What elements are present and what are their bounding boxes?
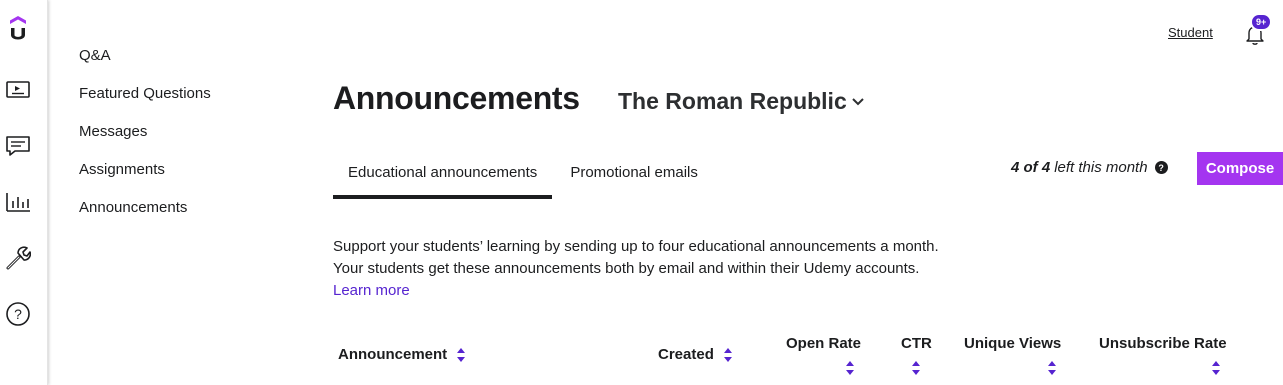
announcement-tabs: Educational announcements Promotional em… — [333, 158, 713, 200]
column-label: Open Rate — [786, 335, 862, 352]
quota-count: 4 of 4 — [1011, 159, 1051, 176]
column-label: Created — [658, 346, 714, 363]
sort-icon — [724, 348, 733, 363]
courses-icon[interactable] — [4, 76, 32, 104]
sort-icon — [457, 348, 466, 363]
subnav-item-assignments[interactable]: Assignments — [79, 160, 211, 198]
column-header-open-rate[interactable]: Open Rate — [786, 335, 861, 352]
subnav-item-featured-questions[interactable]: Featured Questions — [79, 84, 211, 122]
course-selector[interactable]: The Roman Republic — [618, 88, 865, 115]
student-view-link[interactable]: Student — [1168, 25, 1213, 40]
column-label: Unsubscribe Rate — [1099, 335, 1227, 352]
tools-icon[interactable] — [4, 244, 32, 272]
announcement-quota: 4 of 4 left this month ? — [1011, 159, 1168, 176]
column-label: Unique Views — [964, 335, 1062, 352]
subnav-item-qa[interactable]: Q&A — [79, 46, 211, 84]
column-header-created[interactable]: Created — [658, 346, 733, 363]
description-text: Support your students’ learning by sendi… — [333, 238, 939, 277]
subnav-item-announcements[interactable]: Announcements — [79, 198, 211, 236]
column-header-unsubscribe-rate[interactable]: Unsubscribe Rate — [1099, 335, 1227, 352]
learn-more-link[interactable]: Learn more — [333, 282, 410, 299]
chevron-down-icon — [852, 97, 864, 105]
page-title: Announcements — [333, 80, 580, 116]
communication-icon[interactable] — [4, 132, 32, 160]
column-header-unique-views[interactable]: Unique Views — [964, 335, 1061, 352]
announcements-description: Support your students’ learning by sendi… — [333, 236, 943, 302]
sort-icon[interactable] — [1212, 361, 1221, 375]
tab-promotional-emails[interactable]: Promotional emails — [555, 158, 713, 199]
column-label: CTR — [901, 335, 932, 352]
sort-icon[interactable] — [1048, 361, 1057, 375]
icon-rail: ? — [0, 0, 48, 385]
column-header-ctr[interactable]: CTR — [901, 335, 932, 352]
column-label: Announcement — [338, 346, 448, 363]
help-icon[interactable]: ? — [4, 300, 32, 328]
quota-suffix: left this month — [1054, 159, 1148, 176]
course-selector-label: The Roman Republic — [618, 88, 847, 114]
subnav-item-messages[interactable]: Messages — [79, 122, 211, 160]
udemy-logo-icon[interactable] — [4, 16, 32, 44]
sort-icon[interactable] — [912, 361, 921, 375]
notification-count-badge: 9+ — [1250, 13, 1273, 31]
sort-icon[interactable] — [846, 361, 855, 375]
question-circle-icon[interactable]: ? — [1154, 161, 1168, 174]
tab-educational-announcements[interactable]: Educational announcements — [333, 158, 553, 199]
compose-button[interactable]: Compose — [1197, 152, 1283, 185]
performance-icon[interactable] — [4, 188, 32, 216]
communication-subnav: Q&A Featured Questions Messages Assignme… — [79, 46, 211, 236]
column-header-announcement[interactable]: Announcement — [338, 346, 466, 363]
svg-text:?: ? — [14, 306, 22, 322]
